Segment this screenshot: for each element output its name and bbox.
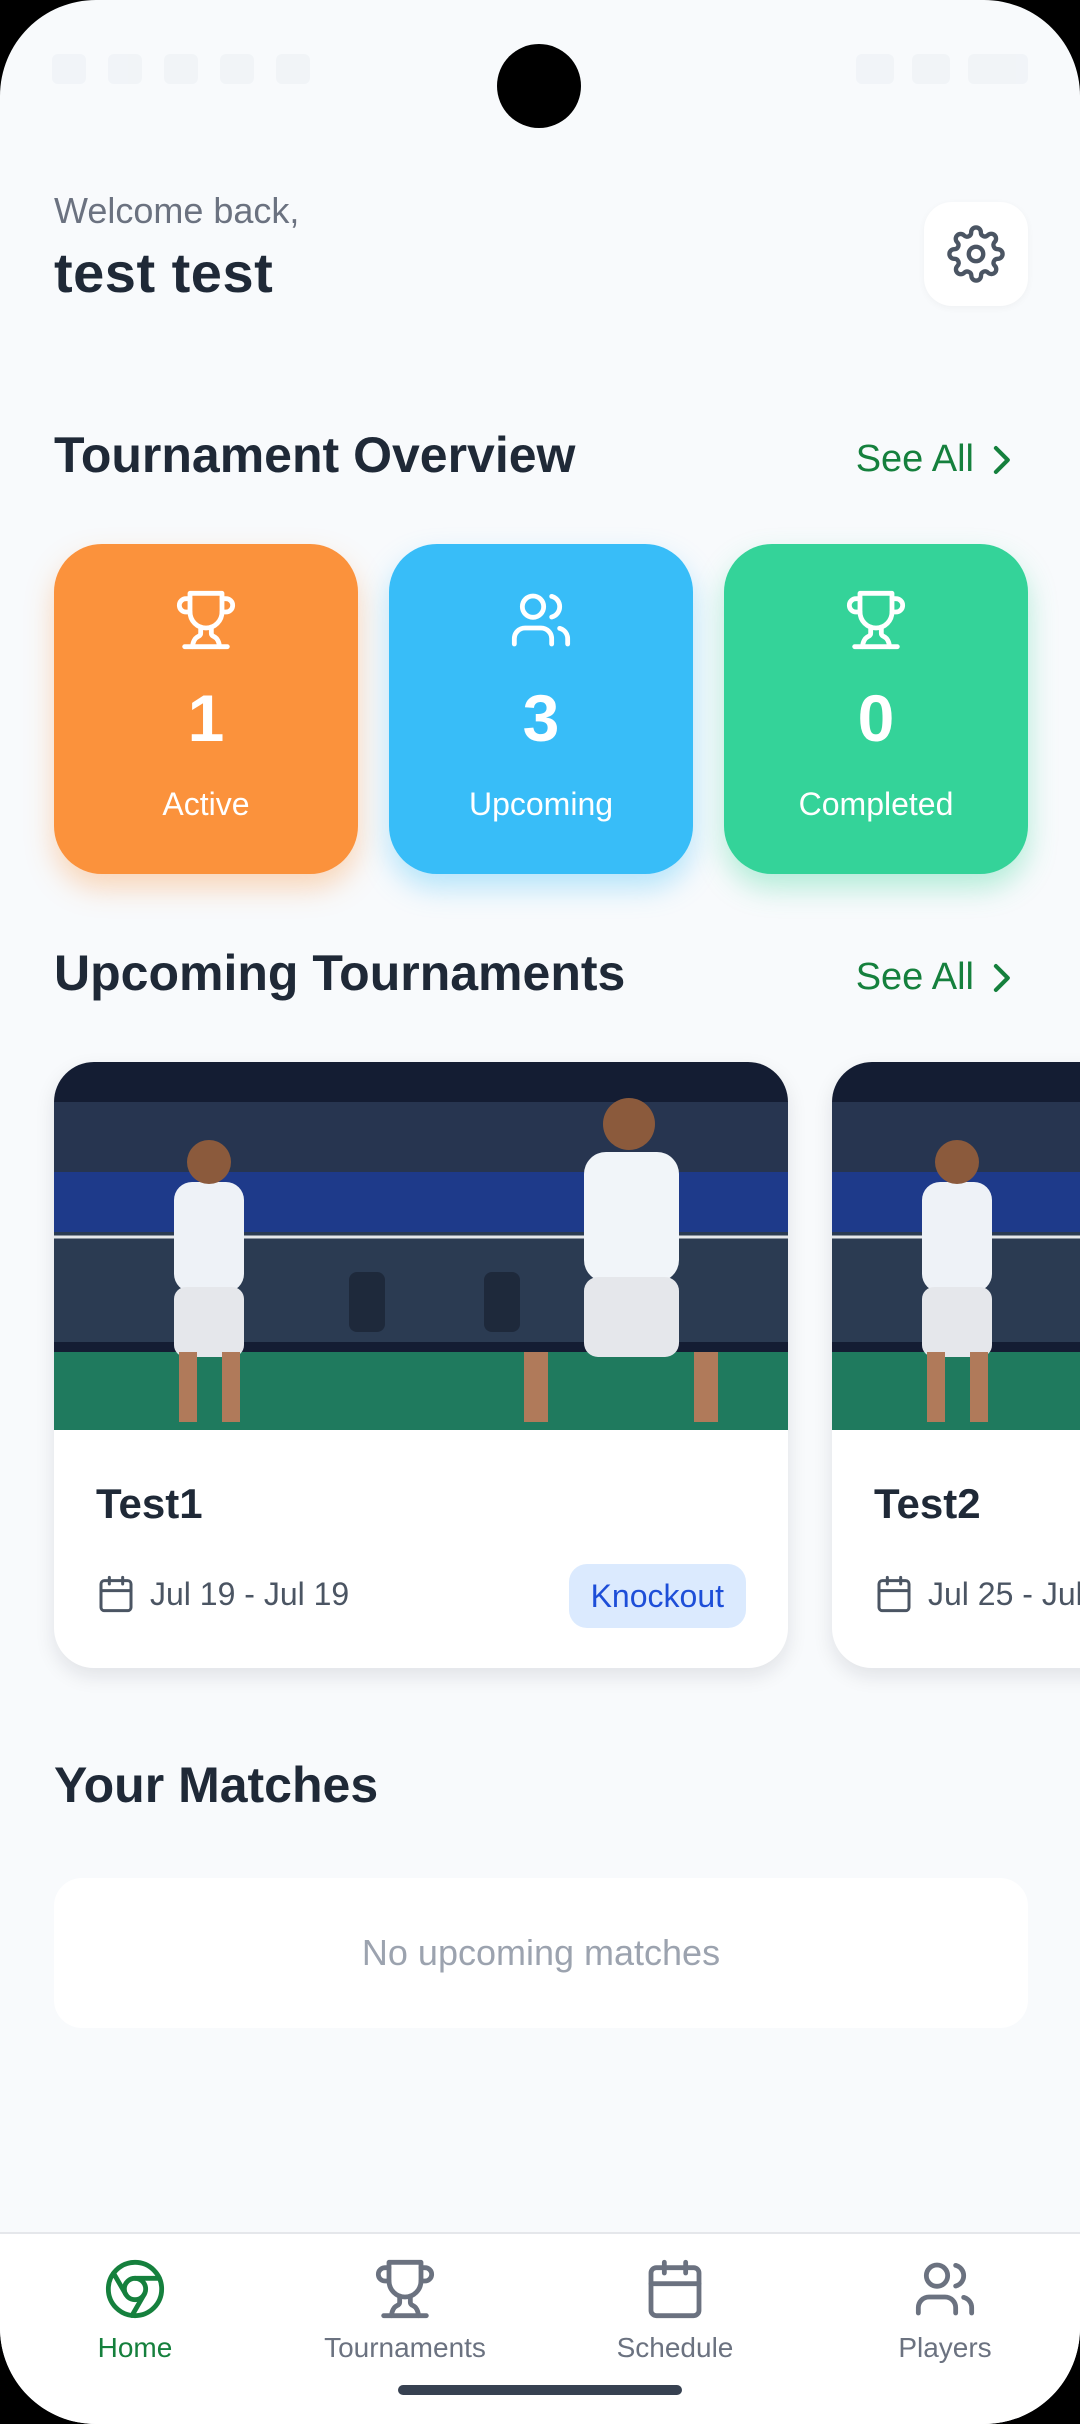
matches-empty-state: No upcoming matches: [54, 1878, 1028, 2028]
active-stat-card[interactable]: 1 Active: [54, 544, 358, 874]
user-name: test test: [54, 241, 274, 304]
overview-see-all-link[interactable]: See All: [856, 438, 1014, 481]
trophy-icon: [846, 590, 906, 650]
calendar-icon: [99, 1575, 133, 1613]
tournament-name: Test2: [874, 1480, 981, 1527]
empty-message: No upcoming matches: [361, 1932, 721, 1973]
format-badge: Knockout: [568, 1564, 746, 1628]
home-indicator[interactable]: [398, 2385, 682, 2395]
tournament-card[interactable]: Test1 Jul 19 - Jul 19 Knockout: [54, 1062, 788, 1668]
upcoming-see-all-link[interactable]: See All: [856, 956, 1014, 999]
bottom-navigation: Home Tournaments Schedule Players: [0, 2232, 1080, 2424]
matches-title: Your Matches: [54, 1757, 379, 1813]
status-icons-left: [52, 54, 310, 84]
users-icon: [915, 2262, 975, 2316]
trophy-icon: [375, 2259, 435, 2319]
tournament-dates: Jul 19 - Jul 19: [96, 1574, 349, 1614]
camera-cutout: [497, 44, 581, 128]
app-screen: Welcome back, test test Tournament Overv…: [0, 0, 1080, 2424]
status-bar: [0, 0, 1080, 150]
nav-players[interactable]: Players: [810, 2254, 1080, 2364]
nav-tournaments-label: Tournaments: [324, 2332, 486, 2363]
upcoming-label: Upcoming: [468, 786, 614, 822]
chevron-right-icon: [993, 445, 1010, 474]
tournament-date-range: Jul 19 - Jul 19: [150, 1575, 350, 1612]
nav-home[interactable]: Home: [0, 2254, 270, 2364]
tournament-image: [832, 1062, 1080, 1430]
tournament-date-range: Jul 25 - Jul: [928, 1575, 1080, 1612]
nav-schedule-label: Schedule: [616, 2332, 734, 2363]
completed-stat-card[interactable]: 0 Completed: [724, 544, 1028, 874]
upcoming-title: Upcoming Tournaments: [54, 945, 626, 1001]
tournament-dates: Jul 25 - Jul: [874, 1574, 1080, 1614]
tournament-name: Test1: [96, 1480, 203, 1527]
upcoming-stat-card[interactable]: 3 Upcoming: [389, 544, 693, 874]
upcoming-count: 3: [522, 681, 560, 755]
welcome-text: Welcome back,: [54, 190, 300, 231]
nav-schedule[interactable]: Schedule: [540, 2254, 810, 2364]
completed-label: Completed: [798, 786, 954, 822]
tournament-card[interactable]: Test2 Jul 25 - Jul: [832, 1062, 1080, 1668]
users-icon: [511, 593, 571, 647]
trophy-icon: [176, 590, 236, 650]
see-all-label: See All: [855, 438, 974, 480]
overview-title: Tournament Overview: [54, 427, 576, 483]
gear-icon: [947, 225, 1005, 283]
nav-players-label: Players: [898, 2332, 992, 2363]
settings-button[interactable]: [924, 202, 1028, 306]
nav-home-label: Home: [97, 2332, 173, 2363]
calendar-icon: [648, 2259, 702, 2319]
tournament-image: [54, 1062, 788, 1430]
see-all-label: See All: [855, 956, 974, 998]
active-label: Active: [162, 786, 250, 822]
completed-count: 0: [857, 681, 895, 755]
active-count: 1: [187, 681, 225, 755]
chevron-right-icon: [993, 963, 1010, 992]
calendar-icon: [877, 1575, 911, 1613]
nav-tournaments[interactable]: Tournaments: [270, 2254, 540, 2364]
status-icons-right: [856, 54, 1028, 84]
home-icon: [105, 2259, 165, 2319]
